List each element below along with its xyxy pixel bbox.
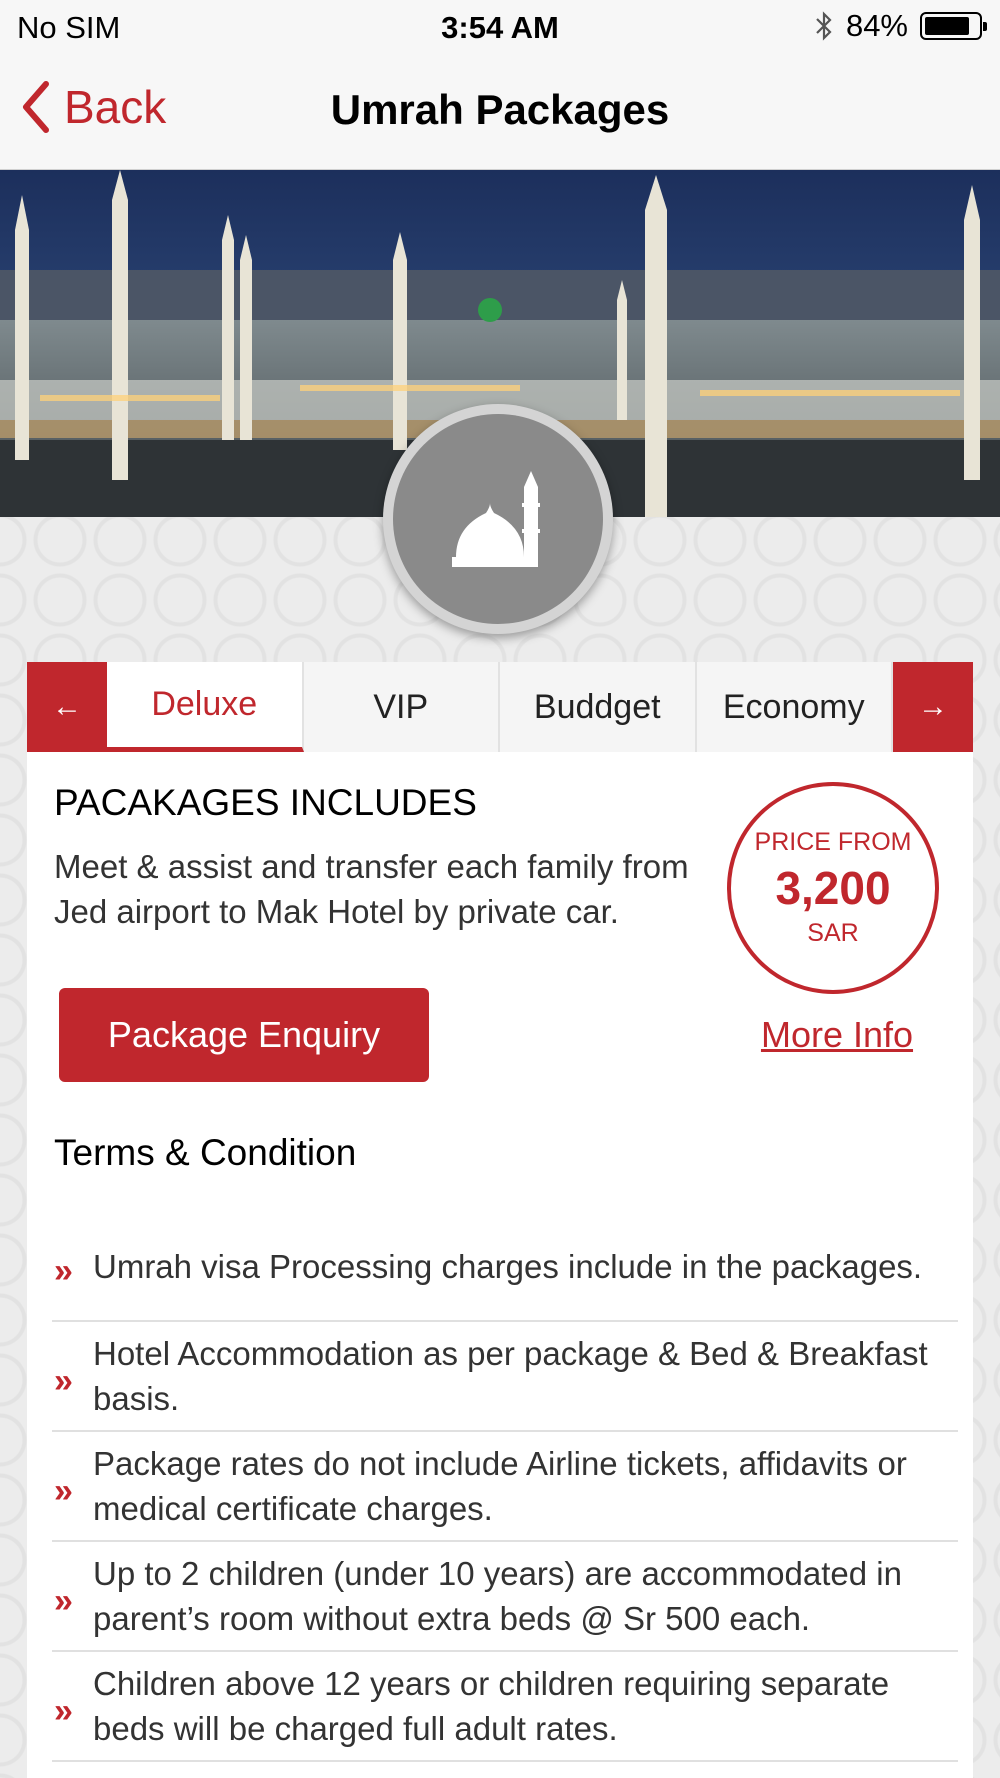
tabs-next-button[interactable]: → xyxy=(893,662,973,752)
double-chevron-icon: » xyxy=(54,1472,73,1510)
double-chevron-icon: » xyxy=(54,1362,73,1400)
battery-percent: 84% xyxy=(845,8,908,43)
term-text: Up to 2 children (under 10 years) are ac… xyxy=(93,1555,902,1637)
tabs-prev-button[interactable]: ← xyxy=(27,662,107,752)
tab-deluxe[interactable]: Deluxe xyxy=(107,662,304,752)
price-badge: PRICE FROM 3,200 SAR xyxy=(727,782,939,994)
package-card: PACAKAGES INCLUDES Meet & assist and tra… xyxy=(27,752,973,1778)
list-item: » Children above 12 years or children re… xyxy=(52,1652,958,1762)
status-right: 84% xyxy=(814,8,987,44)
package-enquiry-button[interactable]: Package Enquiry xyxy=(59,988,429,1082)
tab-vip[interactable]: VIP xyxy=(303,662,500,752)
emblem-circle xyxy=(393,414,603,624)
double-chevron-icon: » xyxy=(54,1252,73,1290)
status-bar: No SIM 3:54 AM 84% xyxy=(0,0,1000,54)
more-info-link[interactable]: More Info xyxy=(752,1014,922,1056)
term-text: Children above 12 years or children requ… xyxy=(93,1665,890,1747)
package-tabs: ← Deluxe VIP Buddget Economy → xyxy=(27,662,973,752)
tab-budget[interactable]: Buddget xyxy=(500,662,697,752)
term-text: Package rates do not include Airline tic… xyxy=(93,1445,907,1527)
list-item: » Umrah visa Processing charges include … xyxy=(52,1212,958,1322)
term-text: Hotel Accommodation as per package & Bed… xyxy=(93,1335,928,1417)
price-currency: SAR xyxy=(807,919,859,947)
price-label: PRICE FROM xyxy=(754,828,912,856)
tab-economy[interactable]: Economy xyxy=(696,662,893,752)
double-chevron-icon: » xyxy=(54,1692,73,1730)
mosque-icon xyxy=(452,471,540,567)
list-item: » Package rates do not include Airline t… xyxy=(52,1432,958,1542)
term-text: Umrah visa Processing charges include in… xyxy=(93,1247,923,1285)
double-chevron-icon: » xyxy=(54,1582,73,1620)
price-value: 3,200 xyxy=(775,862,891,914)
package-emblem xyxy=(383,404,613,634)
includes-heading: PACAKAGES INCLUDES xyxy=(54,782,477,823)
page-title: Umrah Packages xyxy=(330,86,670,133)
terms-heading: Terms & Condition xyxy=(54,1132,357,1173)
battery-icon xyxy=(920,12,987,40)
battery-fill xyxy=(925,17,969,35)
nav-bar: Back Umrah Packages xyxy=(0,54,1000,170)
terms-list: » Umrah visa Processing charges include … xyxy=(52,1212,958,1762)
list-item: » Up to 2 children (under 10 years) are … xyxy=(52,1542,958,1652)
bluetooth-icon xyxy=(816,11,832,41)
list-item: » Hotel Accommodation as per package & B… xyxy=(52,1322,958,1432)
package-description: Meet & assist and transfer each family f… xyxy=(54,848,689,930)
